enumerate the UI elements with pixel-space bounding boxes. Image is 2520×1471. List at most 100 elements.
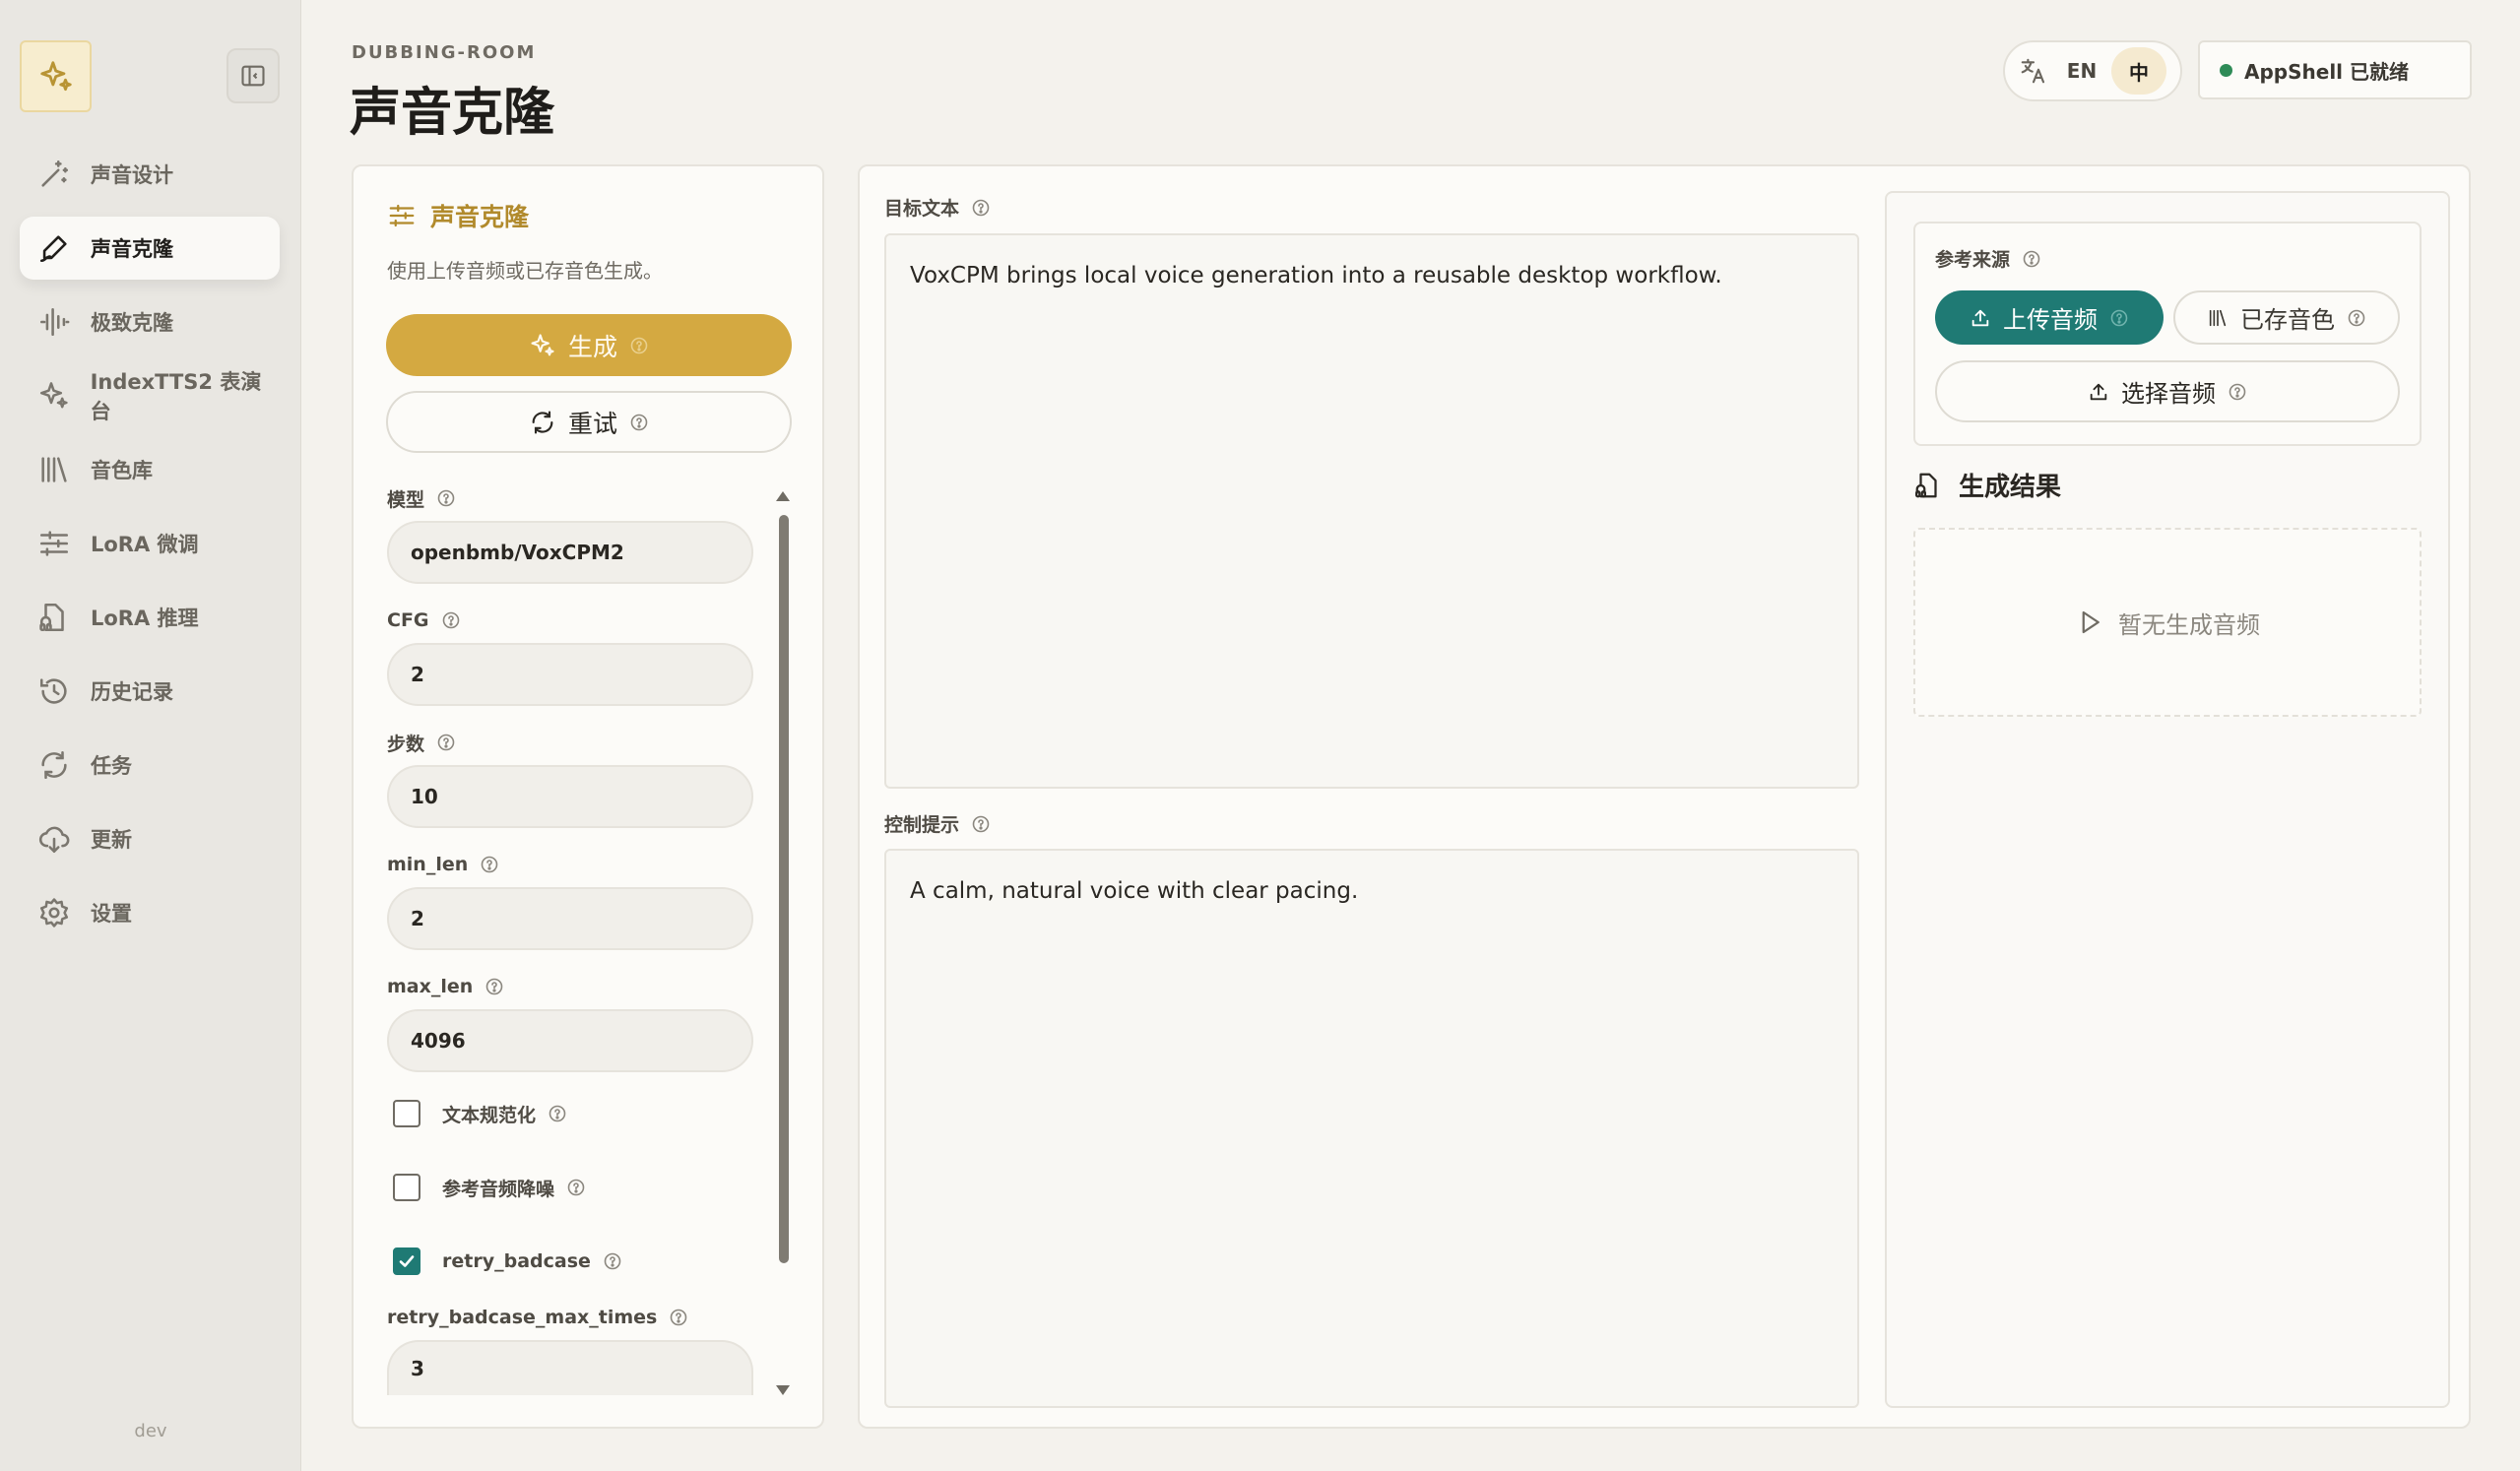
sidebar-item-label: 极致克隆 [91, 311, 173, 335]
pen-icon [39, 235, 67, 263]
help-icon[interactable] [629, 336, 649, 355]
text-normalize-checkbox[interactable] [393, 1100, 420, 1127]
audio-file-icon [39, 603, 64, 632]
sidebar-item-ultimate-clone[interactable]: 极致克隆 [20, 290, 280, 353]
language-switch: EN 中 [2003, 40, 2182, 101]
sparkles-icon [531, 333, 554, 355]
sidebar-item-label: LoRA 微调 [91, 533, 199, 556]
steps-label: 步数 [387, 728, 761, 757]
retry-max-times-label: retry_badcase_max_times [387, 1303, 761, 1332]
ref-denoise-option[interactable]: 参考音频降噪 [387, 1168, 761, 1207]
library-icon [2209, 309, 2227, 326]
sliders-icon [39, 531, 69, 556]
ref-denoise-checkbox[interactable] [393, 1174, 420, 1201]
history-icon [39, 678, 67, 704]
steps-input[interactable]: 10 [387, 765, 753, 828]
help-icon[interactable] [629, 413, 649, 432]
check-icon [399, 1255, 415, 1267]
target-text-label: 目标文本 [884, 194, 991, 221]
help-icon[interactable] [2109, 308, 2129, 328]
sidebar-item-lora-inference[interactable]: LoRA 推理 [20, 586, 280, 649]
retry-max-times-input[interactable]: 3 [387, 1340, 753, 1395]
sidebar-item-settings[interactable]: 设置 [20, 881, 280, 944]
parameter-fields: 模型 openbmb/VoxCPM2 CFG 2 步数 10 min_len 2… [387, 483, 761, 1417]
choose-audio-button[interactable]: 选择音频 [1935, 360, 2400, 422]
min-len-label: min_len [387, 850, 761, 879]
gear-icon [39, 898, 69, 927]
field-label-text: min_len [387, 854, 469, 875]
sidebar-item-label: IndexTTS2 表演台 [90, 370, 262, 423]
sidebar-item-indextts2[interactable]: IndexTTS2 表演台 [20, 364, 280, 427]
sidebar-item-tasks[interactable]: 任务 [20, 734, 280, 797]
scroll-down-arrow[interactable] [776, 1385, 790, 1395]
sidebar-item-history[interactable]: 历史记录 [20, 660, 280, 723]
help-icon[interactable] [436, 733, 456, 752]
target-text-input[interactable]: VoxCPM brings local voice generation int… [884, 233, 1859, 789]
section-label-text: 目标文本 [884, 198, 960, 220]
scroll-up-arrow[interactable] [776, 491, 790, 501]
help-icon[interactable] [2228, 382, 2247, 402]
cfg-input[interactable]: 2 [387, 643, 753, 706]
help-icon[interactable] [441, 610, 461, 630]
sidebar-item-voice-design[interactable]: 声音设计 [20, 143, 280, 206]
reference-source-label: 参考来源 [1935, 245, 2041, 272]
scroll-thumb[interactable] [779, 515, 789, 1263]
settings-panel-header: 声音克隆 [387, 198, 529, 233]
control-prompt-label: 控制提示 [884, 810, 991, 837]
cloud-download-icon [38, 826, 70, 854]
field-label-text: 模型 [387, 488, 425, 511]
translate-icon [2021, 58, 2045, 84]
app-status: AppShell 已就绪 [2198, 40, 2472, 99]
retry-button[interactable]: 重试 [386, 391, 792, 453]
build-label: dev [134, 1421, 167, 1441]
text-normalize-option[interactable]: 文本规范化 [387, 1094, 761, 1133]
help-icon[interactable] [548, 1104, 567, 1123]
help-icon[interactable] [485, 977, 504, 996]
help-icon[interactable] [436, 488, 456, 508]
sidebar-item-label: 声音克隆 [91, 237, 173, 261]
sidebar-item-voice-clone[interactable]: 声音克隆 [20, 217, 280, 280]
sidebar: 声音设计 声音克隆 极致克隆 IndexTTS2 表演台 音色库 LoRA 微调… [0, 0, 301, 1471]
settings-scrollbar[interactable] [772, 491, 794, 1407]
retry-badcase-option[interactable]: retry_badcase [387, 1242, 761, 1281]
play-icon [2082, 610, 2100, 634]
sidebar-item-voice-library[interactable]: 音色库 [20, 438, 280, 501]
help-icon[interactable] [566, 1178, 586, 1197]
sidebar-item-updates[interactable]: 更新 [20, 807, 280, 870]
sidebar-item-label: 设置 [91, 902, 132, 926]
model-label: 模型 [387, 483, 761, 513]
retry-badcase-checkbox[interactable] [393, 1247, 420, 1275]
retry-button-label: 重试 [567, 409, 617, 438]
magic-wand-icon [41, 160, 69, 187]
settings-panel: 声音克隆 使用上传音频或已存音色生成。 生成 重试 模型 openbmb/Vox… [352, 164, 824, 1429]
sidebar-item-lora-finetune[interactable]: LoRA 微调 [20, 512, 280, 575]
help-icon[interactable] [669, 1308, 688, 1327]
tab-upload-audio[interactable]: 上传音频 [1935, 290, 2164, 345]
tab-saved-voices[interactable]: 已存音色 [2173, 290, 2400, 345]
help-icon[interactable] [971, 814, 991, 834]
refresh-icon [532, 410, 553, 434]
sparkles-icon [39, 382, 68, 409]
generate-button[interactable]: 生成 [386, 314, 792, 376]
result-empty-text: 暂无生成音频 [2118, 610, 2260, 639]
help-icon[interactable] [971, 198, 991, 218]
help-icon[interactable] [603, 1251, 622, 1271]
control-prompt-input[interactable]: A calm, natural voice with clear pacing. [884, 849, 1859, 1408]
model-input[interactable]: openbmb/VoxCPM2 [387, 521, 753, 584]
help-icon[interactable] [480, 855, 499, 874]
app-logo[interactable] [20, 40, 92, 112]
min-len-input[interactable]: 2 [387, 887, 753, 950]
result-header: 生成结果 [1913, 467, 2061, 503]
help-icon[interactable] [2347, 308, 2366, 328]
status-dot [2220, 63, 2232, 77]
upload-icon [2090, 383, 2107, 400]
panel-left-icon [241, 65, 265, 87]
lang-en-button[interactable]: EN [2062, 59, 2101, 83]
max-len-input[interactable]: 4096 [387, 1009, 753, 1072]
help-icon[interactable] [2022, 249, 2041, 269]
tab-label: 已存音色 [2240, 306, 2335, 334]
sidebar-collapse-button[interactable] [226, 48, 280, 103]
lang-zh-button[interactable]: 中 [2111, 47, 2166, 95]
waveform-icon [39, 307, 70, 337]
sidebar-item-label: 声音设计 [91, 163, 173, 187]
